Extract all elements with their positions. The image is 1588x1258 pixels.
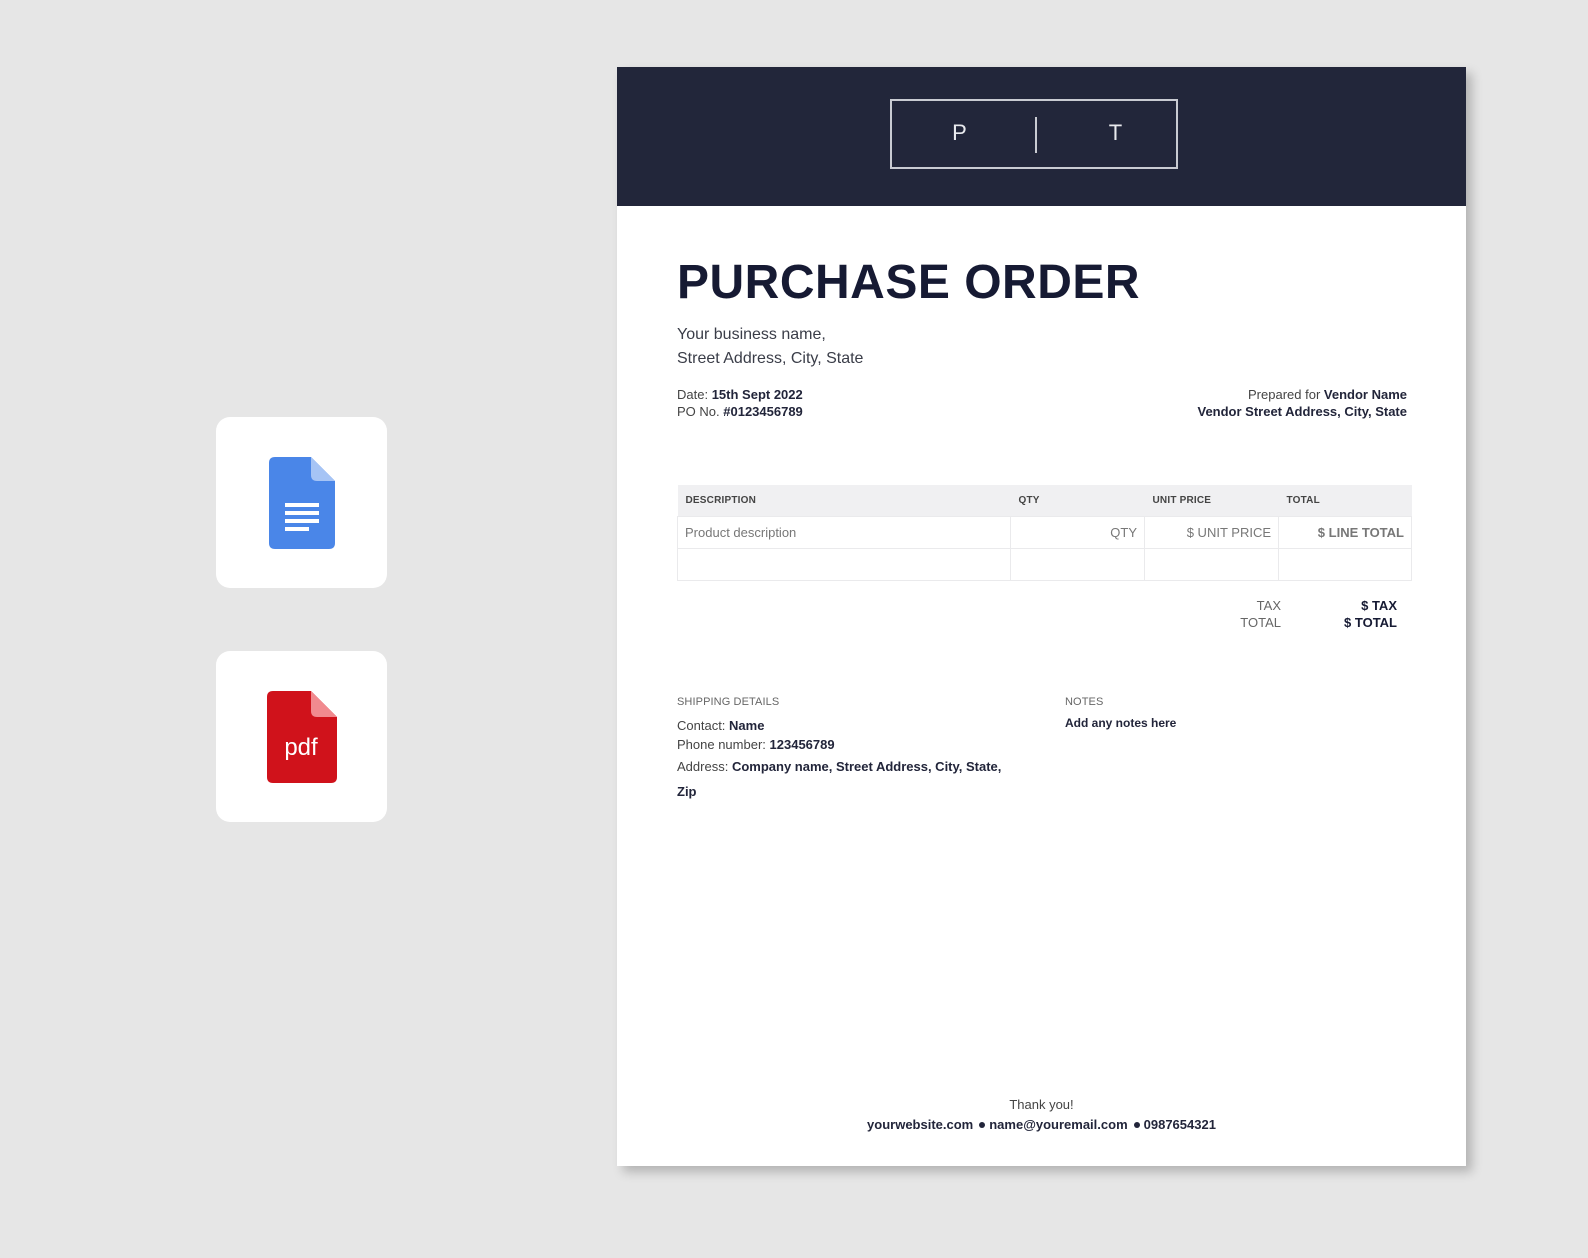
document-header: P T: [617, 67, 1466, 206]
pdf-format-card[interactable]: pdf: [216, 651, 387, 822]
footer-email: name@youremail.com: [989, 1117, 1128, 1132]
column-header: UNIT PRICE: [1144, 485, 1279, 517]
footer-contact: yourwebsite.com name@youremail.com 0987654…: [617, 1117, 1466, 1132]
order-meta: Date: 15th Sept 2022 PO No. #0123456789: [677, 386, 803, 420]
contact-label: Contact:: [677, 718, 726, 733]
purchase-order-page: P T PURCHASE ORDER Your business name, S…: [617, 67, 1466, 1166]
thank-you-text: Thank you!: [1009, 1097, 1074, 1112]
tax-label: TAX: [1256, 598, 1281, 613]
phone-label: Phone number:: [677, 737, 766, 752]
google-docs-icon: [268, 456, 335, 549]
item-unit-price: $ UNIT PRICE: [1144, 516, 1279, 549]
separator-dot: [979, 1121, 986, 1128]
vendor-address: Vendor Street Address, City, State: [1197, 404, 1407, 419]
contact-name: Name: [729, 718, 765, 733]
tax-value: $ TAX: [1361, 598, 1397, 613]
notes-text: Add any notes here: [1065, 716, 1177, 730]
logo-letter-right: T: [1108, 120, 1124, 145]
table-row: [677, 548, 1412, 581]
date-label: Date:: [677, 387, 709, 402]
separator-dot: [1133, 1121, 1140, 1128]
vendor-info: Prepared for Vendor Name Vendor Street A…: [1197, 386, 1407, 420]
notes-heading: NOTES: [1065, 696, 1104, 708]
column-header: TOTAL: [1278, 485, 1412, 517]
table-row: Product description QTY $ UNIT PRICE $ L…: [677, 516, 1412, 549]
footer-website: yourwebsite.com: [867, 1117, 974, 1132]
total-label: TOTAL: [1240, 615, 1281, 630]
logo-divider: [1035, 117, 1037, 153]
shipping-details: SHIPPING DETAILS Contact: Name Phone num…: [677, 696, 1007, 804]
column-header: QTY: [1010, 485, 1145, 517]
column-header: DESCRIPTION: [677, 485, 1011, 517]
po-number: #0123456789: [723, 404, 803, 419]
google-docs-format-card[interactable]: [216, 417, 387, 588]
prepared-for-label: Prepared for: [1248, 387, 1321, 402]
item-line-total: [1278, 548, 1412, 581]
totals-values: $ TAX $ TOTAL: [1317, 597, 1397, 631]
pdf-icon: pdf: [266, 690, 337, 783]
logo-letter-left: P: [952, 120, 968, 145]
address-label: Address:: [677, 759, 729, 774]
item-line-total: $ LINE TOTAL: [1278, 516, 1412, 549]
pdf-icon-label: pdf: [284, 734, 318, 761]
business-info: Your business name, Street Address, City…: [677, 323, 863, 371]
vendor-name: Vendor Name: [1323, 387, 1407, 402]
document-title: PURCHASE ORDER: [677, 256, 1141, 309]
line-items-table: DESCRIPTION QTY UNIT PRICE TOTAL Product…: [677, 485, 1412, 581]
po-label: PO No.: [677, 404, 720, 419]
totals-labels: TAX TOTAL: [1231, 597, 1281, 631]
item-description: Product description: [677, 516, 1011, 549]
business-address: Street Address, City, State: [677, 350, 864, 367]
phone-number: 123456789: [769, 737, 835, 752]
table-header-row: DESCRIPTION QTY UNIT PRICE TOTAL: [677, 485, 1412, 517]
footer-phone: 0987654321: [1143, 1117, 1216, 1132]
item-qty: [1010, 548, 1145, 581]
notes-section: NOTES Add any notes here: [1065, 696, 1365, 730]
shipping-heading: SHIPPING DETAILS: [677, 696, 780, 708]
business-name: Your business name,: [677, 326, 826, 343]
logo-placeholder: P T: [890, 99, 1178, 169]
date-value: 15th Sept 2022: [711, 387, 803, 402]
item-description: [677, 548, 1011, 581]
item-qty: QTY: [1010, 516, 1145, 549]
total-value: $ TOTAL: [1344, 615, 1397, 630]
item-unit-price: [1144, 548, 1279, 581]
